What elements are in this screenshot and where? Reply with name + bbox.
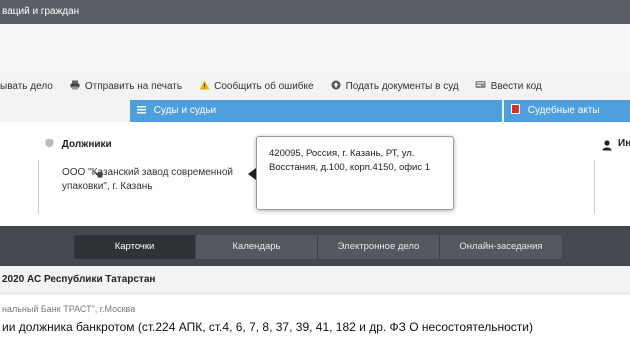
toolbar-item-enter-code[interactable]: Ввести код	[475, 80, 542, 92]
header-title: ваций и граждан	[2, 6, 80, 17]
toolbar-item-label: Подать документы в суд	[345, 80, 459, 92]
toolbar-item-print[interactable]: Отправить на печать	[69, 80, 182, 93]
tab-label: Суды и судьи	[153, 105, 217, 116]
printer-icon	[69, 80, 81, 93]
court-instance-line: 2020 АС Республики Татарстан	[0, 266, 630, 294]
user-icon	[602, 138, 612, 151]
toolbar-item-case[interactable]: ывать дело	[0, 81, 53, 92]
warning-icon	[198, 80, 210, 93]
keyboard-icon	[475, 80, 487, 92]
tab-calendar[interactable]: Календарь	[196, 235, 318, 259]
others-heading: Ин	[618, 138, 630, 149]
tab-courts-and-judges[interactable]: Суды и судьи	[130, 100, 502, 122]
tab-court-acts[interactable]: Судебные акты	[504, 100, 630, 122]
upload-icon	[330, 80, 342, 93]
tab-online-hearings[interactable]: Онлайн-заседания	[440, 235, 562, 259]
toolbar-item-submit-documents[interactable]: Подать документы в суд	[330, 80, 459, 93]
mouse-cursor-icon: ☚	[93, 168, 104, 182]
column-divider	[38, 160, 39, 214]
claimant-text: нальный Банк ТРАСТ", г.Москва	[2, 304, 136, 314]
case-toolbar: ывать дело Отправить на печать Сообщить …	[0, 72, 630, 100]
pdf-document-icon	[511, 101, 520, 114]
debtors-heading-label: Должники	[61, 139, 112, 150]
toolbar-item-label: ывать дело	[0, 80, 53, 92]
header-band	[0, 24, 630, 72]
toolbar-item-label: Ввести код	[490, 80, 542, 92]
tab-label: Судебные акты	[527, 105, 600, 116]
debtors-heading: Должники	[45, 138, 112, 151]
toolbar-item-report-error[interactable]: Сообщить об ошибке	[198, 80, 314, 93]
case-navigation-tabs: Карточки Календарь Электронное дело Онла…	[74, 235, 562, 259]
toolbar-item-label: Отправить на печать	[84, 80, 183, 92]
address-text: 420095, Россия, г. Казань, РТ, ул. Восст…	[269, 148, 431, 173]
case-subject: ии должника банкротом (ст.224 АПК, ст.4,…	[2, 320, 533, 334]
debtor-name-link[interactable]: ООО "Казанский завод современной упаковк…	[62, 166, 247, 194]
court-instance-text: 2020 АС Республики Татарстан	[2, 274, 156, 285]
list-icon	[137, 101, 146, 114]
toolbar-item-label: Сообщить об ошибке	[214, 80, 314, 92]
tab-cards[interactable]: Карточки	[74, 235, 196, 259]
shield-icon	[45, 138, 54, 151]
column-divider	[594, 160, 595, 214]
popover-arrow	[248, 168, 256, 180]
address-popover: 420095, Россия, г. Казань, РТ, ул. Восст…	[256, 136, 454, 210]
top-header-bar: ваций и граждан	[0, 0, 630, 24]
tab-electronic-case[interactable]: Электронное дело	[318, 235, 440, 259]
